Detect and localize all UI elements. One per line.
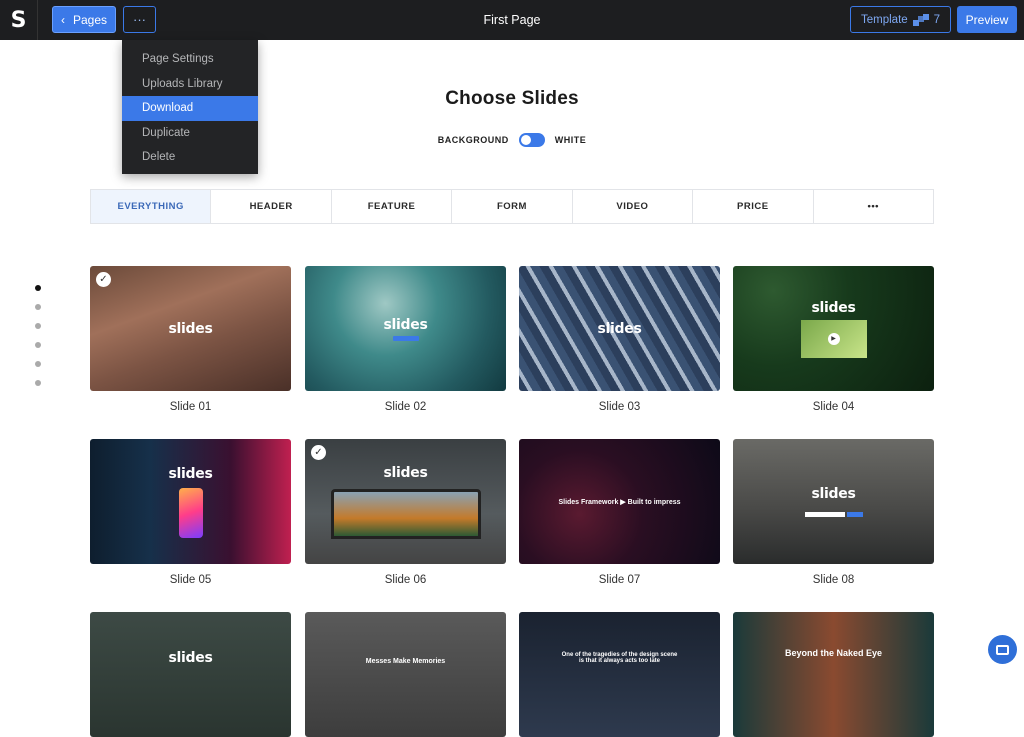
slide-thumbnail: ✓ slides [305, 439, 506, 564]
slide-thumbnail: ✓ slides [90, 266, 291, 391]
tab-price[interactable]: PRICE [693, 190, 814, 223]
slide-card[interactable]: ✓ slides Slide 06 [305, 439, 506, 586]
tab-form[interactable]: FORM [452, 190, 573, 223]
slide-card[interactable]: slides [90, 612, 291, 737]
tab-more[interactable]: ••• [814, 190, 933, 223]
check-icon: ✓ [96, 272, 111, 287]
menu-item-page-settings[interactable]: Page Settings [122, 47, 258, 72]
slide-caption: Slide 04 [812, 401, 855, 413]
chat-button[interactable] [988, 635, 1017, 664]
slide-thumbnail: slides [90, 612, 291, 737]
menu-item-duplicate[interactable]: Duplicate [122, 121, 258, 146]
slide-card[interactable]: Beyond the Naked Eye [733, 612, 934, 737]
section-dot[interactable] [35, 361, 41, 367]
template-icon [912, 13, 929, 26]
section-dot[interactable] [35, 323, 41, 329]
slide-thumbnail: Beyond the Naked Eye [733, 612, 934, 737]
slide-thumbnail: One of the tragedies of the design scene… [519, 612, 720, 737]
slide-card[interactable]: slides Slide 02 [305, 266, 506, 413]
slide-thumbnail: slides [733, 439, 934, 564]
slide-thumbnail: slides [519, 266, 720, 391]
more-options-dropdown: Page Settings Uploads Library Download D… [122, 40, 258, 174]
tab-header[interactable]: HEADER [211, 190, 332, 223]
slide-thumbnail-text: slides [383, 464, 428, 481]
slide-caption: Slide 08 [812, 574, 855, 586]
chat-icon [996, 644, 1009, 655]
section-dot[interactable] [35, 285, 41, 291]
slide-thumbnail-text: slides [811, 299, 856, 316]
slide-card[interactable]: Messes Make Memories [305, 612, 506, 737]
slide-caption: Slide 01 [169, 401, 212, 413]
slide-thumbnail: Messes Make Memories [305, 612, 506, 737]
template-count: 7 [933, 13, 940, 26]
check-icon: ✓ [311, 445, 326, 460]
tab-feature[interactable]: FEATURE [332, 190, 453, 223]
slide-card[interactable]: One of the tragedies of the design scene… [519, 612, 720, 737]
slide-thumbnail-text: slides [383, 316, 428, 333]
slide-card[interactable]: slides Slide 05 [90, 439, 291, 586]
slide-card[interactable]: slides Slide 03 [519, 266, 720, 413]
slide-caption: Slide 03 [598, 401, 641, 413]
template-label: Template [861, 13, 908, 26]
laptop-image [330, 488, 481, 539]
slide-thumbnail-text: Slides Framework ▶ Built to impress [558, 498, 681, 506]
section-dot[interactable] [35, 380, 41, 386]
section-dots [35, 285, 43, 399]
thumbnail-input [804, 512, 845, 517]
slide-caption: Slide 05 [169, 574, 212, 586]
section-dot[interactable] [35, 342, 41, 348]
toggle-right-label: WHITE [554, 135, 587, 145]
template-button[interactable]: Template 7 [850, 6, 951, 33]
slide-thumbnail-text: Beyond the Naked Eye [784, 648, 883, 658]
slide-thumbnail-text: slides [811, 486, 856, 502]
video-preview: ▶ [800, 319, 867, 358]
slide-thumbnail-text: slides [168, 650, 213, 666]
thumbnail-button [392, 335, 419, 341]
phone-image [178, 487, 203, 538]
toggle-knob [520, 135, 531, 145]
slide-thumbnail: slides [305, 266, 506, 391]
menu-item-delete[interactable]: Delete [122, 145, 258, 170]
slide-thumbnail-text: slides [597, 320, 642, 337]
thumbnail-button [846, 512, 863, 517]
tab-everything[interactable]: EVERYTHING [91, 190, 212, 223]
slide-thumbnail: slides [90, 439, 291, 564]
play-icon: ▶ [827, 332, 840, 345]
section-dot[interactable] [35, 304, 41, 310]
tab-video[interactable]: VIDEO [573, 190, 694, 223]
preview-button[interactable]: Preview [957, 6, 1017, 33]
slide-caption: Slide 07 [598, 574, 641, 586]
menu-item-download[interactable]: Download [122, 96, 258, 121]
menu-item-uploads-library[interactable]: Uploads Library [122, 72, 258, 97]
slide-card[interactable]: slides ▶ Slide 04 [733, 266, 934, 413]
slide-caption: Slide 06 [384, 574, 427, 586]
slide-card[interactable]: Slides Framework ▶ Built to impress Slid… [519, 439, 720, 586]
background-toggle[interactable] [518, 133, 545, 147]
slide-thumbnail-text: slides [168, 465, 213, 482]
slide-caption: Slide 02 [384, 401, 427, 413]
slide-card[interactable]: ✓ slides Slide 01 [90, 266, 291, 413]
toggle-left-label: BACKGROUND [437, 135, 509, 145]
slide-thumbnail: Slides Framework ▶ Built to impress [519, 439, 720, 564]
slide-thumbnail-text: Messes Make Memories [365, 658, 446, 665]
slide-thumbnail: slides ▶ [733, 266, 934, 391]
top-bar: S ‹ Pages ··· First Page Template 7 Prev… [0, 0, 1024, 40]
slide-thumbnail-text: slides [168, 320, 213, 337]
slide-card[interactable]: slides Slide 08 [733, 439, 934, 586]
category-tabs: EVERYTHING HEADER FEATURE FORM VIDEO PRI… [90, 189, 934, 224]
thumbnail-form [804, 512, 863, 517]
slide-thumbnail-text: One of the tragedies of the design scene… [561, 652, 678, 664]
